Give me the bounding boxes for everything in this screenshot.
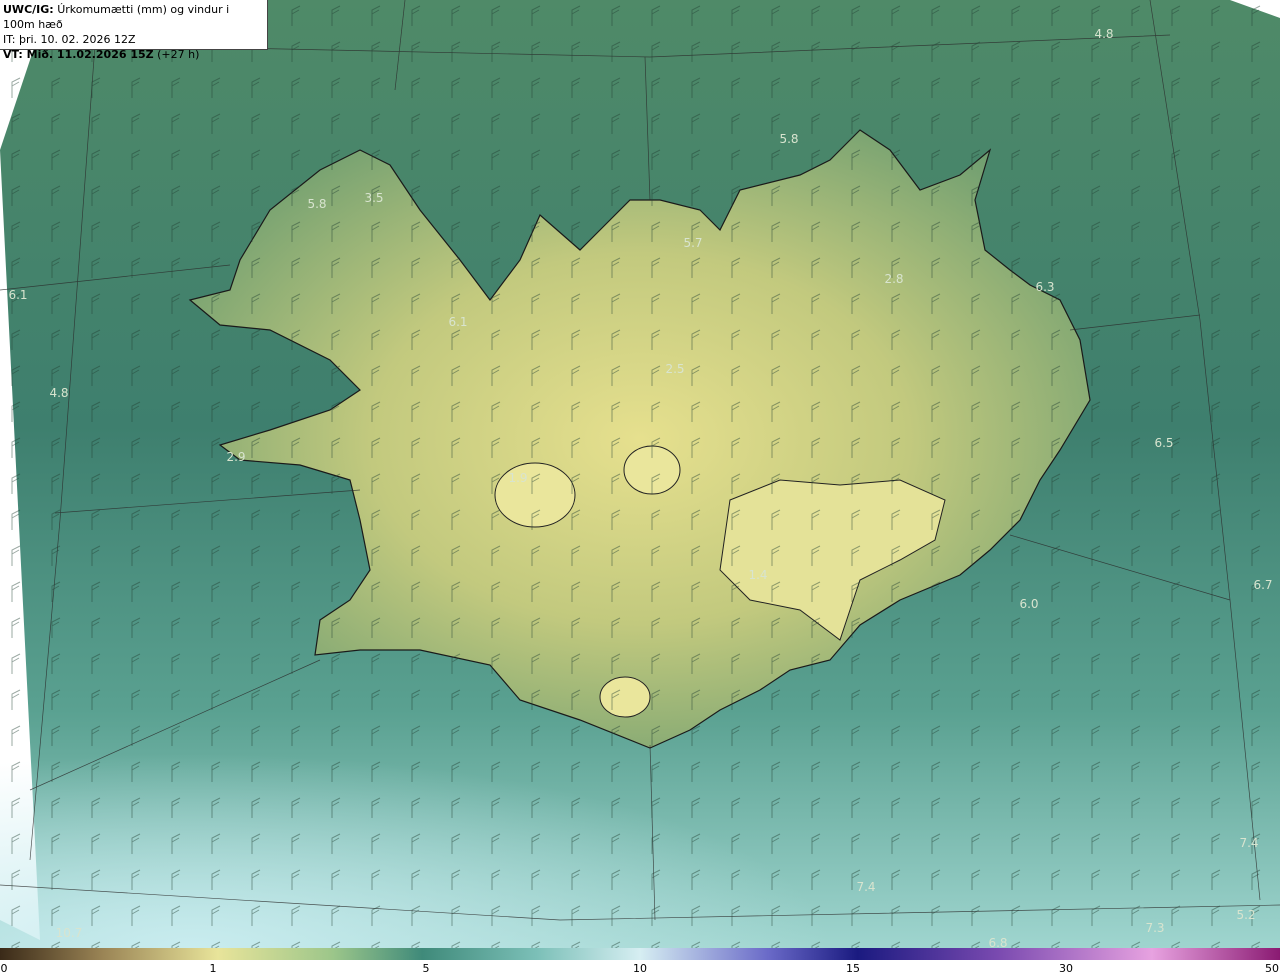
value-label: 5.2 bbox=[1236, 908, 1256, 922]
value-label: 3.5 bbox=[364, 191, 384, 205]
forecast-offset: (+27 h) bbox=[157, 48, 200, 61]
value-label: 5.8 bbox=[779, 132, 799, 146]
colorbar-tick-label: 0 bbox=[0, 962, 8, 975]
value-label: 5.8 bbox=[307, 197, 327, 211]
title-line: UWC/IG: Úrkomumætti (mm) og vindur i 100… bbox=[3, 2, 264, 32]
wind-barbs bbox=[0, 0, 1280, 948]
value-label: 4.8 bbox=[49, 386, 69, 400]
colorbar-tick-label: 5 bbox=[422, 962, 430, 975]
colorbar-tick-label: 30 bbox=[1059, 962, 1073, 975]
map-frame: UWC/IG: Úrkomumætti (mm) og vindur i 100… bbox=[0, 0, 1280, 978]
colorbar bbox=[0, 948, 1280, 960]
colorbar-tick-label: 50 bbox=[1265, 962, 1279, 975]
value-label: 2.5 bbox=[665, 362, 685, 376]
value-label: 7.4 bbox=[856, 880, 876, 894]
map-canvas[interactable] bbox=[0, 0, 1280, 948]
valid-time: VT: Mið. 11.02.2026 15Z bbox=[3, 48, 154, 61]
value-label: 1.9 bbox=[508, 471, 528, 485]
map-title-box: UWC/IG: Úrkomumætti (mm) og vindur i 100… bbox=[0, 0, 268, 61]
valid-line: VT: Mið. 11.02.2026 15Z (+27 h) bbox=[3, 47, 264, 62]
value-label: 6.1 bbox=[8, 288, 28, 302]
value-label: 6.1 bbox=[448, 315, 468, 329]
value-label: 2.8 bbox=[884, 272, 904, 286]
value-label: 6.5 bbox=[1154, 436, 1174, 450]
value-label: 6.0 bbox=[1019, 597, 1039, 611]
init-time: IT: þri. 10. 02. 2026 12Z bbox=[3, 33, 136, 46]
value-label: 5.7 bbox=[683, 236, 703, 250]
colorbar-tick-label: 15 bbox=[846, 962, 860, 975]
value-label: 4.8 bbox=[1094, 27, 1114, 41]
value-label: 2.9 bbox=[226, 450, 246, 464]
colorbar-tick-label: 1 bbox=[209, 962, 217, 975]
value-label: 1.4 bbox=[748, 568, 768, 582]
value-label: 6.7 bbox=[1253, 578, 1273, 592]
value-label: 7.3 bbox=[1145, 921, 1165, 935]
value-label: 7.4 bbox=[1239, 836, 1259, 850]
model-name: UWC/IG: bbox=[3, 3, 54, 16]
colorbar-tick-label: 10 bbox=[633, 962, 647, 975]
value-label: 6.3 bbox=[1035, 280, 1055, 294]
value-label: 10.7 bbox=[55, 926, 83, 940]
colorbar-ticks: 0 1 5 10 15 30 50 bbox=[0, 960, 1280, 978]
